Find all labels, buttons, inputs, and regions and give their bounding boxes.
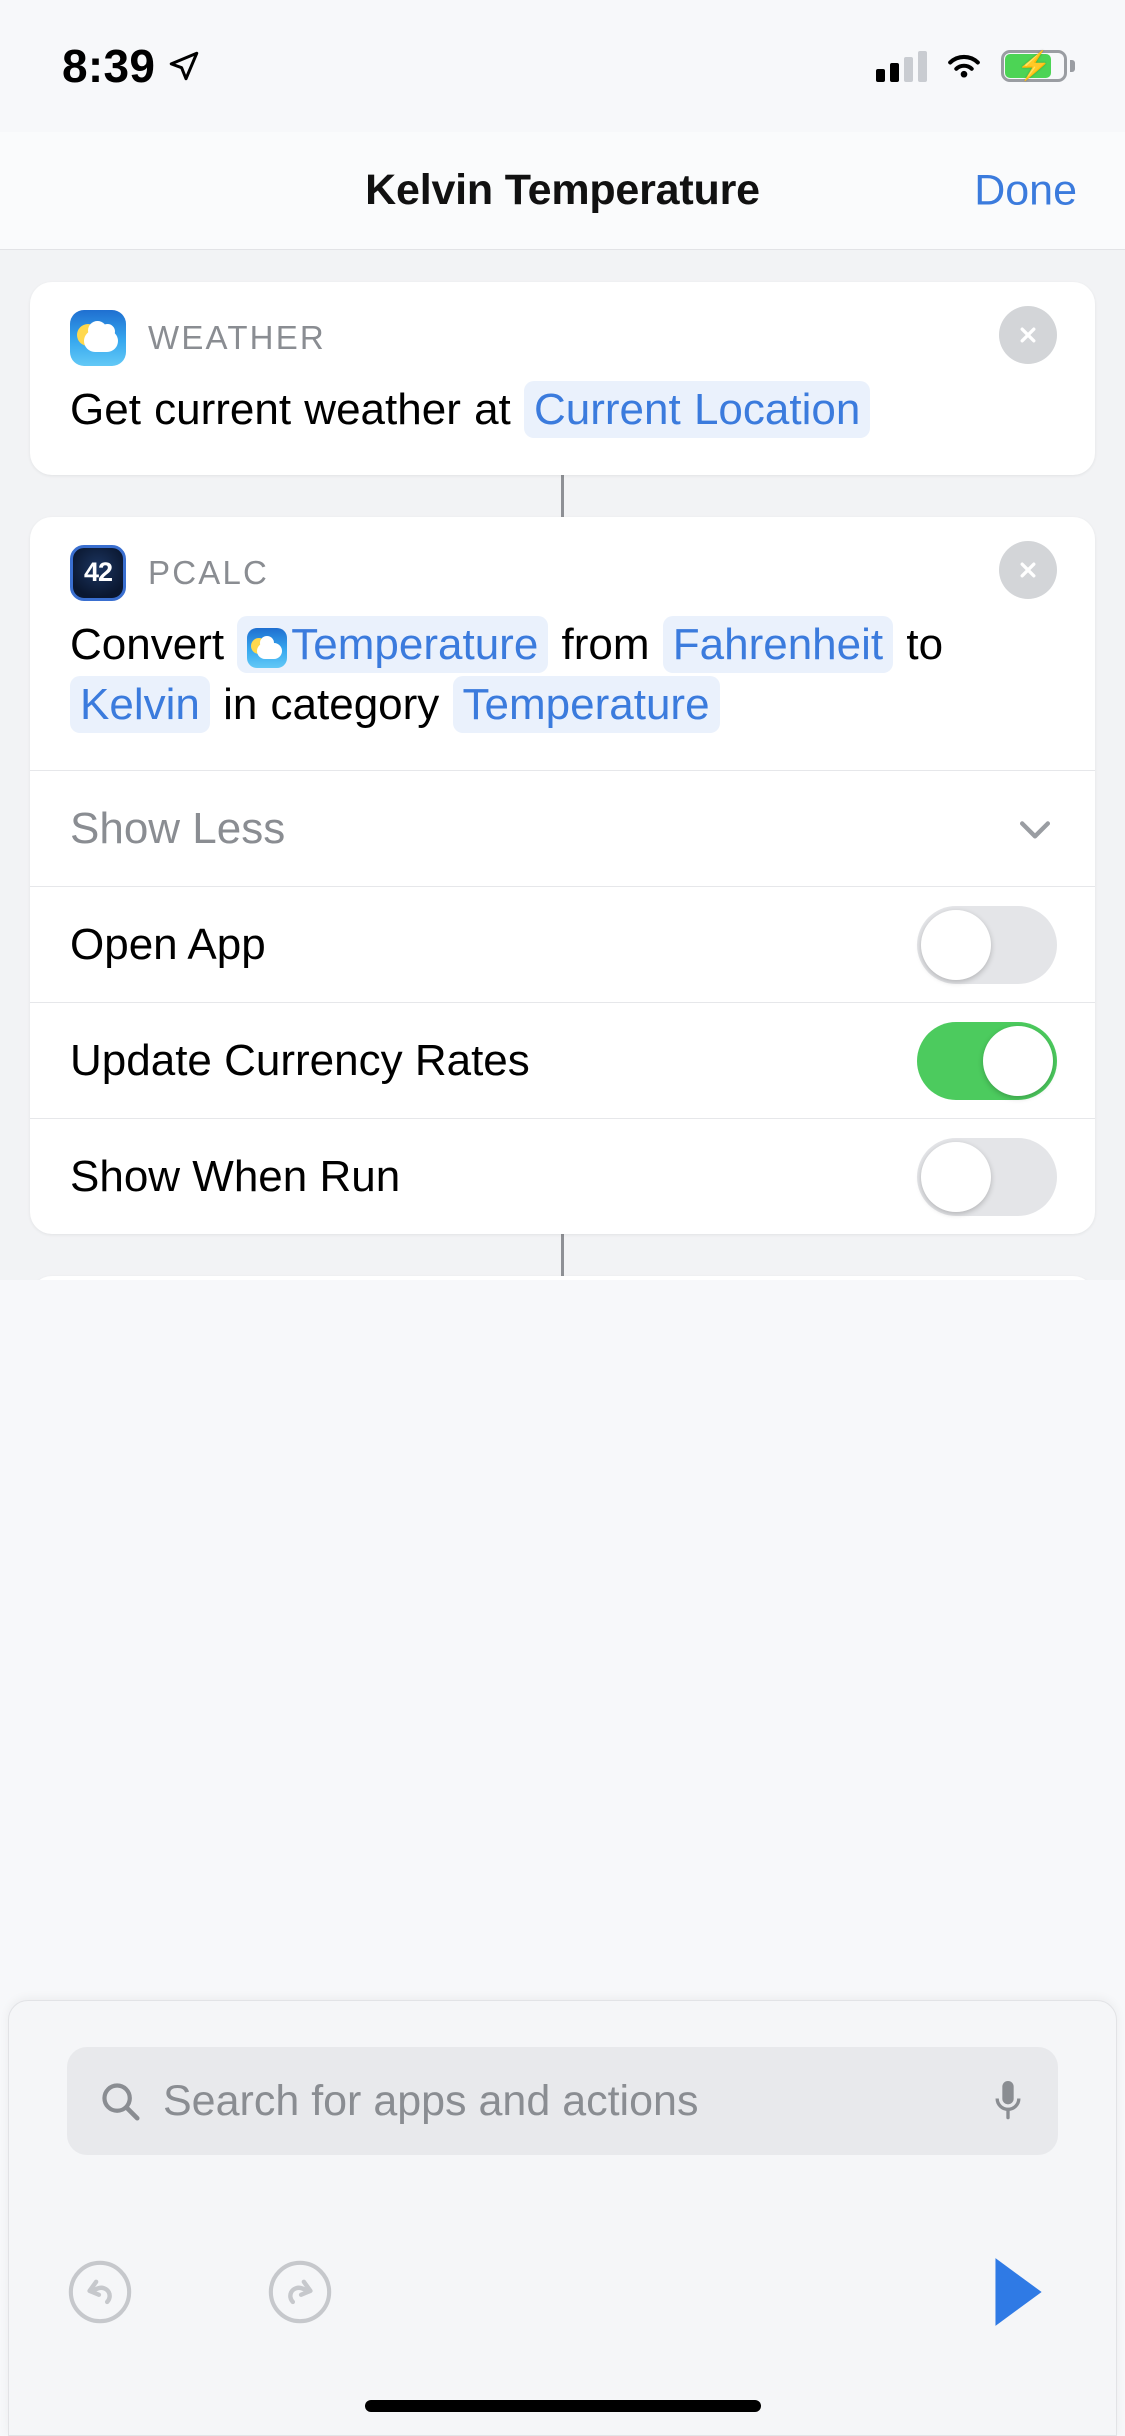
action-text-plain: in category <box>209 680 453 730</box>
show-less-label: Show Less <box>70 803 286 853</box>
action-header: DOCUMENTS <box>30 1276 1095 1280</box>
microphone-icon[interactable] <box>988 2075 1028 2127</box>
search-sheet: Search for apps and actions <box>8 2000 1117 2436</box>
location-arrow-icon <box>170 51 199 81</box>
action-text-plain: from <box>548 619 663 669</box>
battery-charging-icon: ⚡ <box>1001 50 1075 82</box>
chevron-down-icon[interactable] <box>1013 807 1057 851</box>
editor-toolbar <box>9 2217 1116 2367</box>
action-app-name: PCALC <box>148 553 270 591</box>
status-bar-right: ⚡ <box>876 50 1075 82</box>
action-connector <box>561 474 564 517</box>
action-connector <box>561 1234 564 1277</box>
close-circle-icon[interactable] <box>999 306 1057 364</box>
action-description[interactable]: Convert Temperature from Fahrenheit to K… <box>30 601 1095 770</box>
navigation-bar: Kelvin Temperature Done <box>0 132 1125 250</box>
action-card-documents[interactable]: DOCUMENTS Speak It's a pleasant 42Result… <box>30 1276 1095 1280</box>
action-token-fahrenheit[interactable]: Fahrenheit <box>662 615 894 673</box>
search-icon <box>102 2083 140 2121</box>
toggle-open-app[interactable] <box>917 905 1057 984</box>
status-bar-left: 8:39 <box>62 39 201 93</box>
play-icon[interactable] <box>980 2252 1054 2332</box>
search-placeholder: Search for apps and actions <box>163 2076 699 2125</box>
option-row-show-when-run[interactable]: Show When Run <box>30 1118 1095 1234</box>
done-button[interactable]: Done <box>974 166 1077 215</box>
action-token-category-temperature[interactable]: Temperature <box>452 676 720 734</box>
action-app-name: WEATHER <box>148 319 326 356</box>
page-title: Kelvin Temperature <box>365 166 760 214</box>
action-text-plain: Get current weather at <box>70 385 524 434</box>
shortcut-action-list[interactable]: WEATHER Get current weather at Current L… <box>0 250 1125 1280</box>
option-row-update-currency-rates[interactable]: Update Currency Rates <box>30 1002 1095 1118</box>
action-card-weather[interactable]: WEATHER Get current weather at Current L… <box>30 282 1095 475</box>
option-row-open-app[interactable]: Open App <box>30 886 1095 1002</box>
wifi-icon <box>948 54 980 78</box>
weather-app-icon <box>70 310 126 366</box>
close-circle-icon[interactable] <box>999 540 1057 599</box>
action-token-current-location[interactable]: Current Location <box>524 381 871 438</box>
option-label: Update Currency Rates <box>70 1035 530 1085</box>
toggle-show-when-run[interactable] <box>917 1137 1057 1216</box>
pcalc-app-icon: 42 <box>70 544 126 601</box>
search-container: Search for apps and actions <box>67 2047 1058 2155</box>
home-indicator <box>364 2400 761 2412</box>
pcalc-icon-label: 42 <box>83 557 113 588</box>
toggle-update-currency-rates[interactable] <box>917 1021 1057 1100</box>
weather-app-icon <box>247 627 288 668</box>
action-text-plain: Convert <box>70 619 238 669</box>
action-token-kelvin[interactable]: Kelvin <box>70 676 210 734</box>
action-text-plain: to <box>893 619 944 669</box>
bottom-panel: Search for apps and actions <box>0 2000 1125 2436</box>
cellular-bars-icon <box>876 50 927 82</box>
action-header: WEATHER <box>30 282 1095 366</box>
redo-icon[interactable] <box>267 2259 333 2325</box>
option-label: Open App <box>70 919 266 969</box>
show-less-row[interactable]: Show Less <box>30 770 1095 886</box>
action-card-pcalc[interactable]: 42 PCALC Convert Temperature from Fahren… <box>30 516 1095 1235</box>
search-input[interactable]: Search for apps and actions <box>67 2047 1058 2155</box>
option-label: Show When Run <box>70 1151 401 1201</box>
status-time: 8:39 <box>62 40 156 92</box>
action-description[interactable]: Get current weather at Current Location <box>30 366 1095 475</box>
action-header: 42 PCALC <box>30 517 1095 601</box>
action-token-temperature-input[interactable]: Temperature <box>237 615 549 673</box>
action-token-label: Temperature <box>291 619 539 669</box>
status-bar: 8:39 ⚡ <box>0 0 1125 132</box>
undo-icon[interactable] <box>67 2259 133 2325</box>
